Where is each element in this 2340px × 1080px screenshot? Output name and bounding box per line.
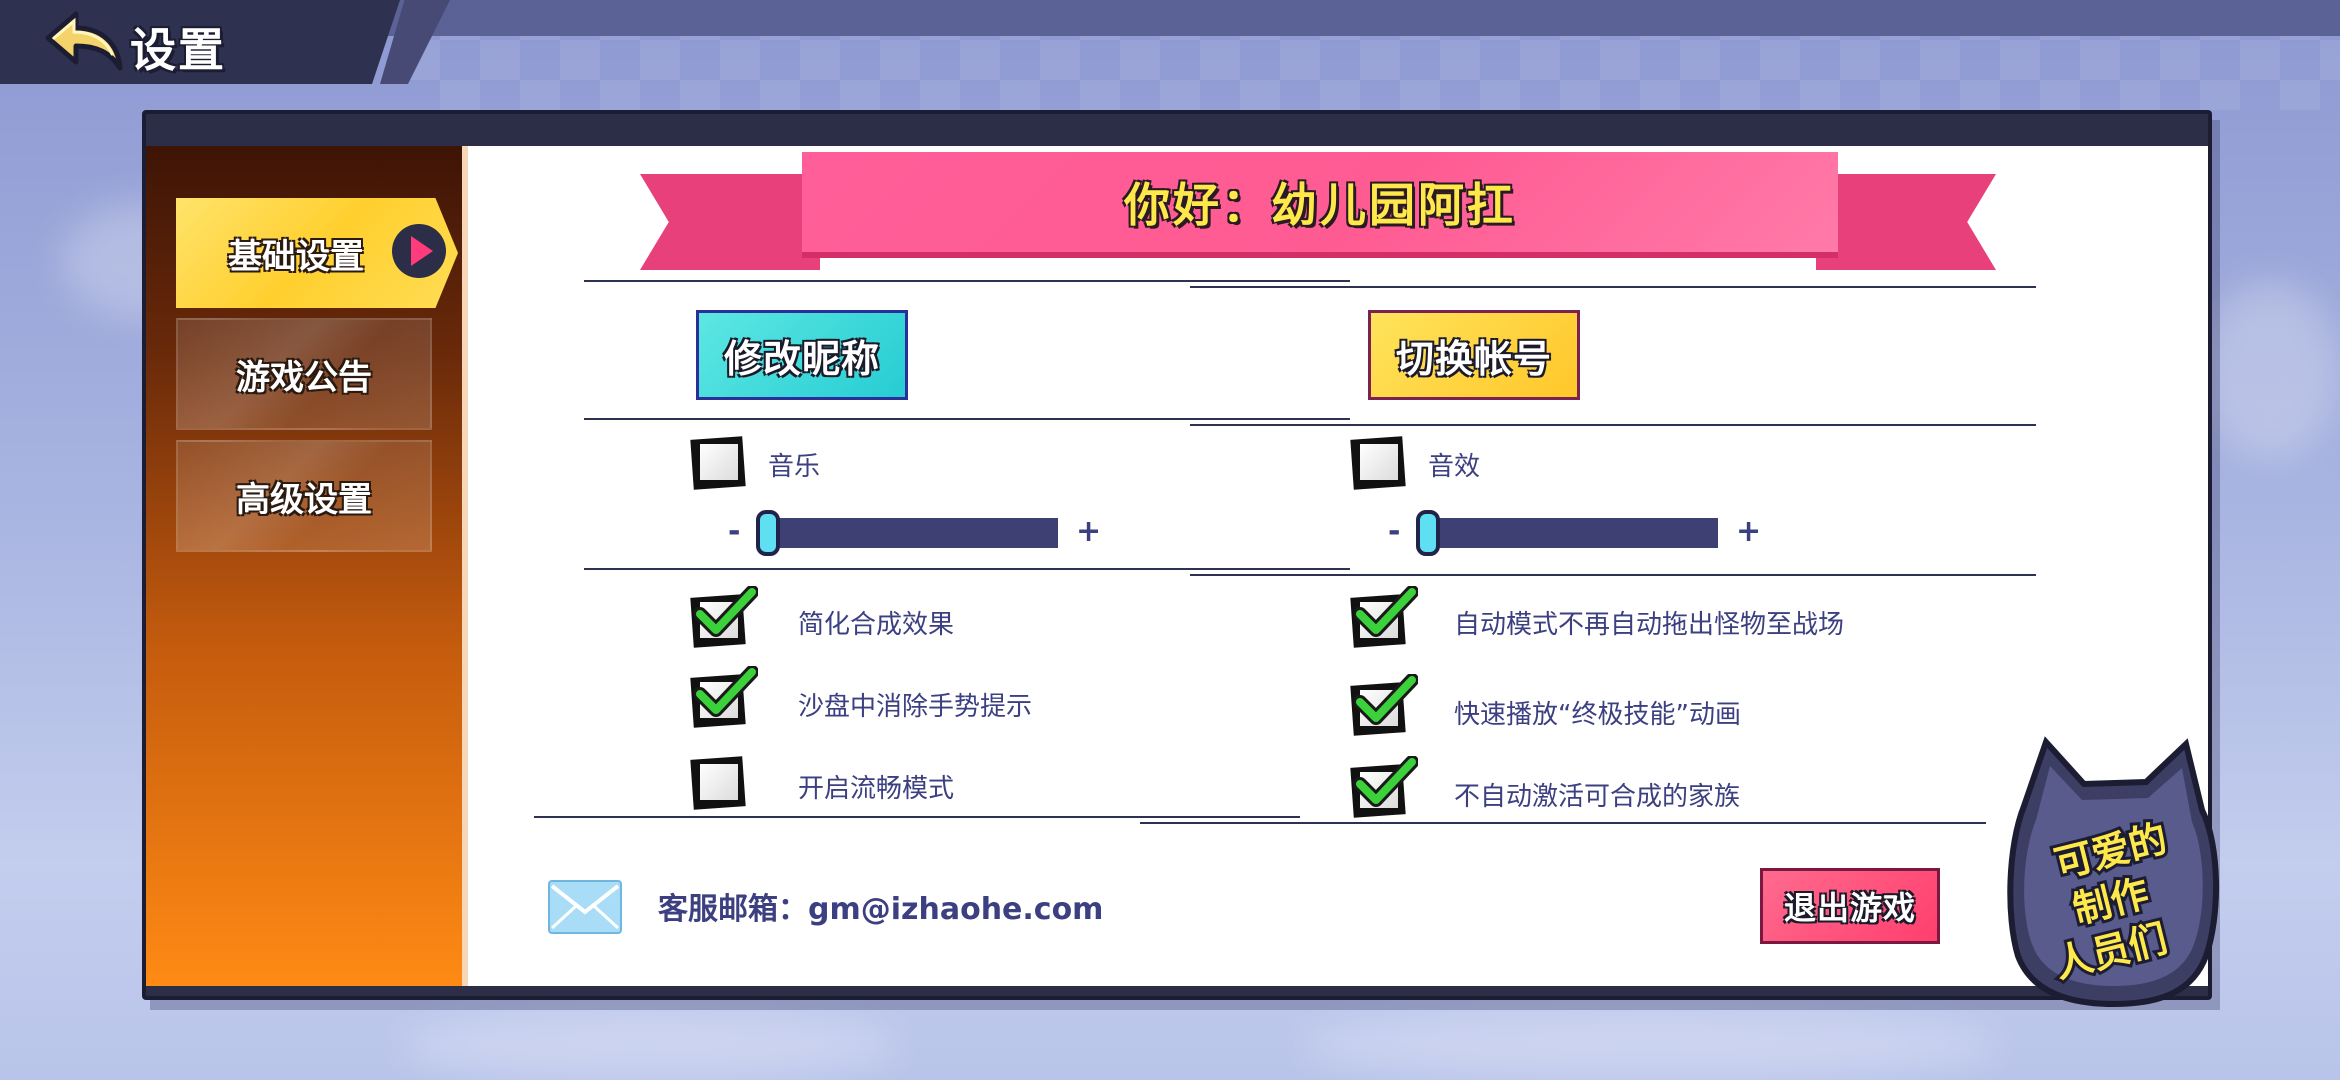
music-slider-track[interactable] <box>762 518 1058 548</box>
option-hide-gesture-hint-checkbox[interactable] <box>690 666 758 728</box>
play-arrow-icon <box>392 224 446 278</box>
music-label: 音乐 <box>768 452 821 482</box>
option-label: 开启流畅模式 <box>798 774 955 804</box>
tab-label: 基础设置 <box>228 236 364 277</box>
option-label: 沙盘中消除手势提示 <box>798 692 1033 722</box>
divider <box>584 568 1350 570</box>
option-label: 自动模式不再自动拖出怪物至战场 <box>1454 610 1845 640</box>
tab-label: 高级设置 <box>236 479 372 520</box>
divider <box>584 418 1350 420</box>
option-auto-mode-checkbox[interactable] <box>1350 586 1418 648</box>
back-arrow-icon[interactable] <box>40 8 124 74</box>
check-icon <box>1354 586 1418 637</box>
switch-account-button[interactable]: 切换帐号 <box>1368 310 1580 400</box>
greeting-text: 你好：幼儿园阿扛 <box>1124 178 1516 232</box>
tab-label: 游戏公告 <box>236 357 372 398</box>
option-label: 简化合成效果 <box>798 610 955 640</box>
divider <box>1190 574 2036 576</box>
tab-game-announcement[interactable]: 游戏公告 <box>176 318 432 430</box>
option-no-auto-activate-checkbox[interactable] <box>1350 756 1418 818</box>
music-checkbox[interactable] <box>690 434 748 490</box>
background-cloud <box>400 1010 900 1080</box>
change-nickname-button[interactable]: 修改昵称 <box>696 310 908 400</box>
tab-advanced-settings[interactable]: 高级设置 <box>176 440 432 552</box>
option-simplify-merge-checkbox[interactable] <box>690 586 758 648</box>
option-label: 快速播放“终极技能”动画 <box>1454 700 1741 730</box>
sfx-label: 音效 <box>1428 452 1481 482</box>
check-icon <box>1354 756 1418 807</box>
check-icon <box>694 586 758 637</box>
sfx-plus-button[interactable]: + <box>1736 514 1761 549</box>
divider <box>1190 286 2036 288</box>
check-icon <box>1354 674 1418 725</box>
sfx-checkbox[interactable] <box>1350 434 1408 490</box>
change-nickname-label: 修改昵称 <box>723 336 880 381</box>
music-plus-button[interactable]: + <box>1076 514 1101 549</box>
background-cloud <box>2200 280 2340 460</box>
sfx-minus-button[interactable]: - <box>1388 514 1400 549</box>
divider <box>1190 424 2036 426</box>
greeting-ribbon: 你好：幼儿园阿扛 <box>802 152 1838 258</box>
option-label: 不自动激活可合成的家族 <box>1454 782 1741 812</box>
sfx-slider-thumb[interactable] <box>1416 510 1440 556</box>
divider <box>1140 822 1986 824</box>
background-cloud <box>1300 1010 2000 1080</box>
switch-account-label: 切换帐号 <box>1395 336 1552 381</box>
music-minus-button[interactable]: - <box>728 514 740 549</box>
music-slider-thumb[interactable] <box>756 510 780 556</box>
mail-icon <box>548 880 622 934</box>
option-fast-ultimate-checkbox[interactable] <box>1350 674 1418 736</box>
content-area <box>462 146 2208 986</box>
divider <box>584 280 1350 282</box>
exit-game-button[interactable]: 退出游戏 <box>1760 868 1940 944</box>
divider <box>534 816 1300 818</box>
option-smooth-mode-checkbox[interactable] <box>690 754 748 810</box>
page-title: 设置 <box>130 23 226 77</box>
support-email: 客服邮箱：gm@izhaohe.com <box>658 892 1104 927</box>
credits-cat-badge-button[interactable]: 可爱的 制作 人员们 <box>2006 736 2222 1012</box>
sfx-slider-track[interactable] <box>1422 518 1718 548</box>
exit-game-label: 退出游戏 <box>1783 889 1916 927</box>
check-icon <box>694 666 758 717</box>
